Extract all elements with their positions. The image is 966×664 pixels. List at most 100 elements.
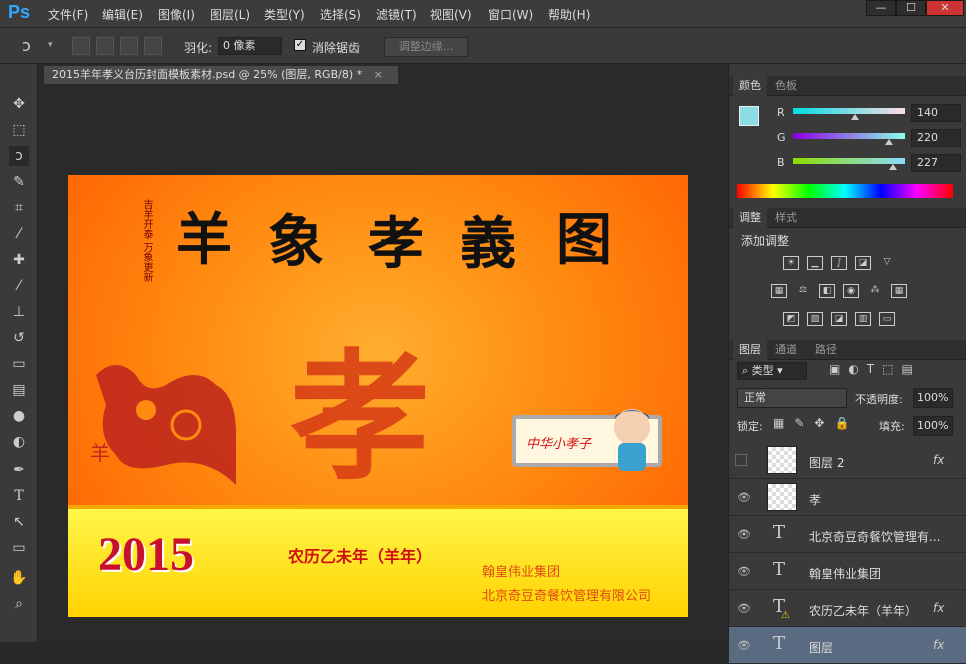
close-button[interactable]: ✕ [926,0,964,16]
crop-tool-icon[interactable]: ⌗ [9,198,29,218]
eye-icon[interactable]: 👁 [737,491,751,504]
tab-close-icon[interactable]: × [374,68,383,81]
brightness-icon[interactable]: ☀ [783,256,799,270]
blur-tool-icon[interactable]: ● [9,406,29,426]
fx-icon[interactable]: fx [933,638,944,652]
tab-swatches[interactable]: 色板 [769,76,803,96]
feather-input[interactable]: 0 像素 [218,37,282,55]
layer-filter-select[interactable]: ⌕ 类型 ▾ [737,362,807,380]
posterize-icon[interactable]: ▨ [807,312,823,326]
green-slider-thumb[interactable] [885,139,894,145]
red-slider[interactable] [793,108,905,120]
quick-select-tool-icon[interactable]: ✎ [9,172,29,192]
fx-icon[interactable]: fx [933,453,944,467]
move-tool-icon[interactable]: ✥ [9,94,29,114]
stamp-tool-icon[interactable]: ⊥ [9,302,29,322]
tab-color[interactable]: 颜色 [733,76,767,96]
fill-input[interactable]: 100% [913,416,953,436]
menu-image[interactable]: 图像(I) [158,6,195,23]
path-select-tool-icon[interactable]: ↖ [9,512,29,532]
eye-icon[interactable]: 👁 [737,639,751,652]
color-lookup-icon[interactable]: ▦ [891,284,907,298]
menu-select[interactable]: 选择(S) [320,6,361,23]
eraser-tool-icon[interactable]: ▭ [9,354,29,374]
menu-filter[interactable]: 滤镜(T) [376,6,417,23]
tab-paths[interactable]: 路径 [809,340,843,360]
eye-icon[interactable]: 👁 [737,602,751,615]
channel-mixer-icon[interactable]: ⁂ [867,284,883,298]
exposure-icon[interactable]: ◪ [855,256,871,270]
tab-adjustments[interactable]: 调整 [733,208,767,228]
fx-icon[interactable]: fx [933,601,944,615]
threshold-icon[interactable]: ◪ [831,312,847,326]
gradient-map-icon[interactable]: ▥ [855,312,871,326]
minimize-button[interactable]: — [866,0,896,16]
antialias-checkbox[interactable]: ✓ [294,39,306,51]
color-spectrum[interactable] [737,184,953,198]
levels-icon[interactable]: ▁ [807,256,823,270]
canvas[interactable]: 吉羊开泰 万象更新 羊 象 孝 義 图 孝 羊 中华小孝子 2015 农历乙未年… [68,175,688,617]
document-tab[interactable]: 2015羊年孝义台历封面模板素材.psd @ 25% (图层, RGB/8) *… [44,66,398,84]
red-value[interactable]: 140 [911,104,961,122]
hand-tool-icon[interactable]: ✋ [9,568,29,588]
layer-row[interactable]: 图层 2 fx [729,442,966,479]
maximize-button[interactable]: ☐ [896,0,926,16]
layer-filter-icons[interactable]: ▣◐T⬚▤ [829,362,921,376]
add-selection-icon[interactable] [96,37,114,55]
history-brush-icon[interactable]: ↺ [9,328,29,348]
layer-row-selected[interactable]: 👁 T 图层 fx [729,627,966,664]
layer-row[interactable]: 👁 T 北京奇豆奇餐饮管理有... [729,516,966,553]
layer-row[interactable]: 👁 孝 [729,479,966,516]
blue-slider[interactable] [793,158,905,170]
invert-icon[interactable]: ◩ [783,312,799,326]
gradient-tool-icon[interactable]: ▤ [9,380,29,400]
healing-tool-icon[interactable]: ✚ [9,250,29,270]
hue-saturation-icon[interactable]: ▦ [771,284,787,298]
menu-edit[interactable]: 编辑(E) [102,6,143,23]
menu-type[interactable]: 类型(Y) [264,6,305,23]
layer-row[interactable]: 👁 T 翰皇伟业集团 [729,553,966,590]
blend-mode-select[interactable]: 正常 [737,388,847,408]
refine-edge-button[interactable]: 调整边缘... [384,37,468,57]
color-balance-icon[interactable]: ⚖ [795,284,811,298]
zoom-tool-icon[interactable]: ⌕ [9,594,29,614]
photo-filter-icon[interactable]: ◉ [843,284,859,298]
pen-tool-icon[interactable]: ✒ [9,460,29,480]
menu-file[interactable]: 文件(F) [48,6,88,23]
brush-tool-icon[interactable]: ⁄ [9,276,29,296]
eye-icon[interactable]: 👁 [737,565,751,578]
lasso-icon[interactable]: ↄ [22,36,31,55]
blue-slider-thumb[interactable] [888,164,897,170]
layer-row[interactable]: 👁 T ⚠ 农历乙未年（羊年） fx [729,590,966,627]
tab-styles[interactable]: 样式 [769,208,803,228]
shape-tool-icon[interactable]: ▭ [9,538,29,558]
tab-channels[interactable]: 通道 [769,340,803,360]
curves-icon[interactable]: ∫ [831,256,847,270]
blue-value[interactable]: 227 [911,154,961,172]
tab-layers[interactable]: 图层 [733,340,767,360]
menu-layer[interactable]: 图层(L) [210,6,250,23]
eyedropper-tool-icon[interactable]: ⁄ [9,224,29,244]
black-white-icon[interactable]: ◧ [819,284,835,298]
menu-help[interactable]: 帮助(H) [548,6,590,23]
foreground-color-swatch[interactable] [739,106,759,126]
type-tool-icon[interactable]: T [9,486,29,506]
menu-view[interactable]: 视图(V) [430,6,472,23]
green-value[interactable]: 220 [911,129,961,147]
subtract-selection-icon[interactable] [120,37,138,55]
intersect-selection-icon[interactable] [144,37,162,55]
lock-icons[interactable]: ▦✎✥🔒 [773,416,859,430]
visibility-toggle-off[interactable] [735,454,747,466]
menu-window[interactable]: 窗口(W) [488,6,533,23]
green-slider[interactable] [793,133,905,145]
red-slider-thumb[interactable] [850,114,859,120]
dodge-tool-icon[interactable]: ◐ [9,432,29,452]
selective-color-icon[interactable]: ▭ [879,312,895,326]
new-selection-icon[interactable] [72,37,90,55]
lasso-tool-icon[interactable]: ↄ [9,146,29,166]
chevron-down-icon[interactable]: ▾ [48,40,53,50]
vibrance-icon[interactable]: ▽ [879,256,895,270]
marquee-tool-icon[interactable]: ⬚ [9,120,29,140]
opacity-input[interactable]: 100% [913,388,953,408]
eye-icon[interactable]: 👁 [737,528,751,541]
